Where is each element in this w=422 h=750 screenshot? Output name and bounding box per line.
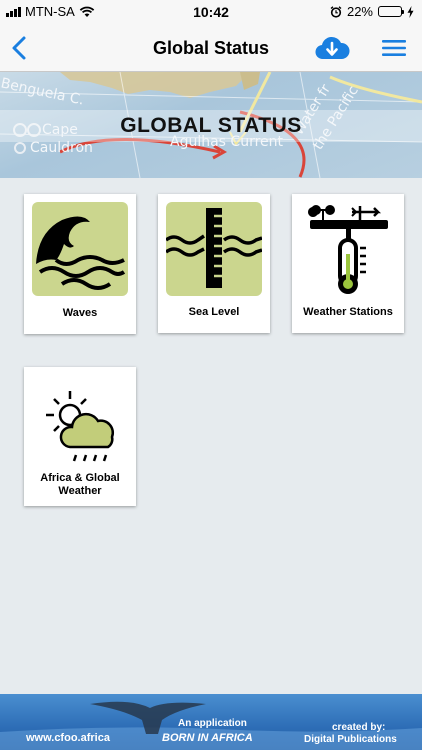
weather-station-icon-box [300, 202, 396, 296]
tile-africa-global-weather[interactable]: Africa & Global Weather [24, 367, 136, 506]
tile-waves[interactable]: Waves [24, 194, 136, 334]
charging-bolt-icon [407, 5, 414, 18]
sun-cloud-rain-icon [46, 391, 115, 462]
navigation-bar: Global Status [0, 24, 422, 72]
footer-created-by: created by: [332, 722, 386, 733]
footer-born-in-africa: BORN IN AFRICA [162, 732, 253, 744]
status-right: 22% [330, 4, 414, 19]
waves-icon [36, 216, 126, 290]
status-bar: MTN-SA 10:42 22% [0, 0, 422, 24]
footer-banner: www.cfoo.africa An application BORN IN A… [0, 694, 422, 750]
alarm-icon [330, 5, 342, 18]
battery-percent: 22% [346, 4, 373, 19]
banner-title: GLOBAL STATUS [120, 114, 302, 137]
tile-label: Weather Stations [303, 306, 393, 318]
footer-website[interactable]: www.cfoo.africa [26, 732, 110, 744]
sea-level-gauge-icon [164, 208, 263, 288]
tile-sea-level[interactable]: Sea Level [158, 194, 270, 333]
sun-cloud-icon-box [32, 375, 128, 469]
footer-application-line1: An application [178, 718, 247, 729]
hamburger-menu-icon[interactable] [382, 38, 406, 58]
tile-label: Africa & Global Weather [40, 472, 120, 497]
cloud-download-icon[interactable] [314, 34, 350, 62]
tile-label: Sea Level [188, 306, 240, 318]
weather-station-icon [308, 205, 388, 294]
sea-level-icon-box [164, 202, 263, 296]
waves-icon-box [32, 202, 128, 296]
header-banner: Benguela C. Cape Cauldron Agulhas Curren… [0, 72, 422, 178]
map-label-cauldron: Cauldron [30, 140, 93, 156]
page-title: Global Status [152, 38, 269, 58]
battery-icon [378, 6, 404, 17]
footer-digital-publications: Digital Publications [304, 734, 397, 745]
tile-label: Waves [62, 307, 98, 319]
tile-weather-stations[interactable]: Weather Stations [292, 194, 404, 333]
